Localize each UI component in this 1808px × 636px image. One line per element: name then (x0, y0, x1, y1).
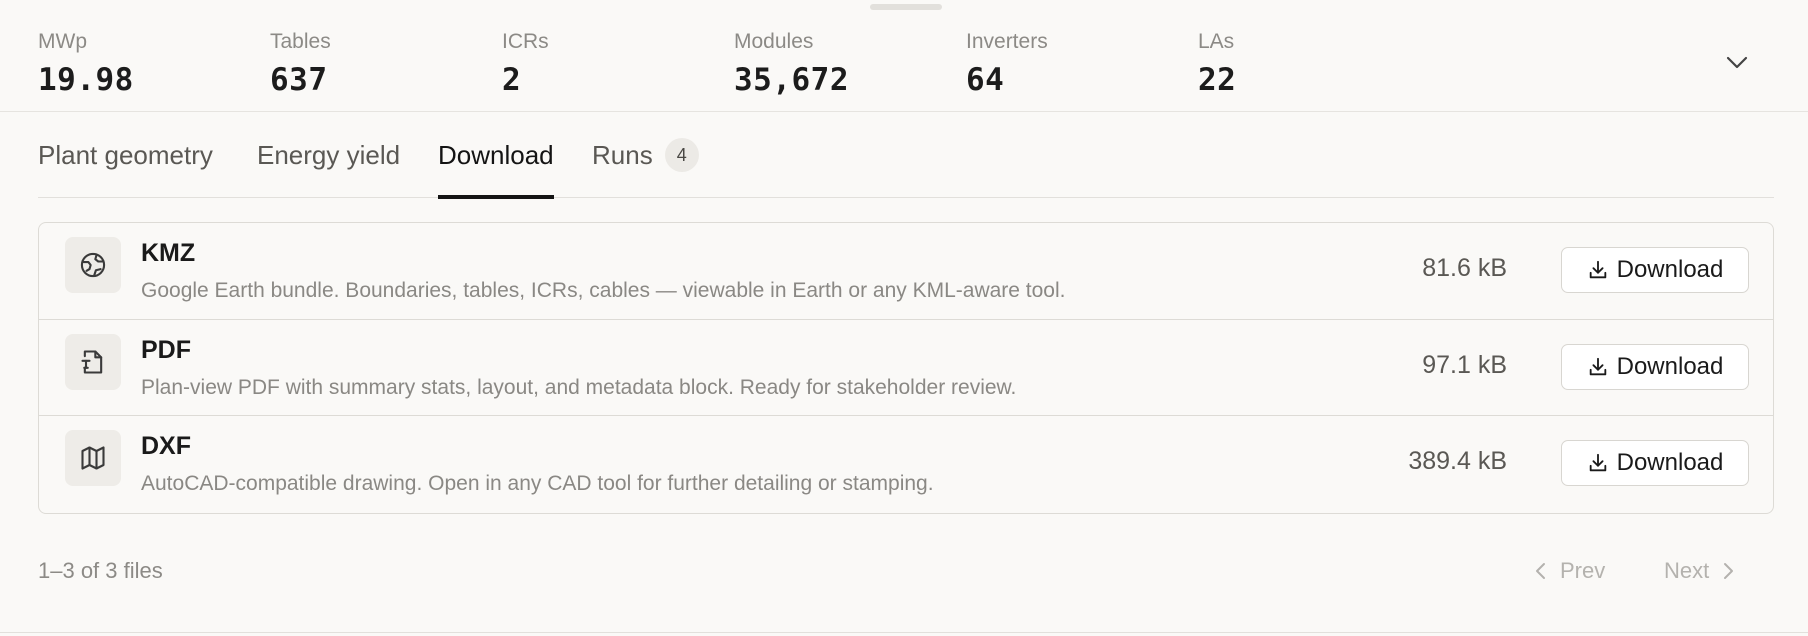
tab-label: Download (438, 139, 554, 170)
stat-label: Modules (734, 30, 814, 53)
download-icon (1587, 356, 1609, 378)
tab-label: Energy yield (257, 139, 401, 170)
download-icon (1587, 452, 1609, 474)
file-size: 97.1 kB (1422, 351, 1507, 379)
file-size: 81.6 kB (1422, 254, 1507, 282)
tab-label: Plant geometry (38, 139, 213, 170)
download-pdf-button[interactable]: Download (1561, 344, 1749, 390)
file-icon-container (65, 430, 121, 486)
file-text-icon (81, 350, 103, 374)
runs-count-badge: 4 (664, 138, 699, 172)
download-button-label: Download (1616, 256, 1724, 283)
stat-value: 35,672 (734, 62, 849, 98)
stat-label: LAs (1198, 30, 1235, 53)
file-row-kmz: KMZ Google Earth bundle. Boundaries, tab… (39, 223, 1773, 319)
prev-page-button[interactable]: Prev (1534, 556, 1605, 586)
file-description: AutoCAD-compatible drawing. Open in any … (141, 472, 934, 495)
next-label: Next (1664, 558, 1710, 583)
stat-icrs: ICRs 2 (502, 28, 549, 100)
stat-label: Tables (270, 30, 331, 53)
file-name: DXF (141, 432, 191, 460)
file-row-pdf: PDF Plan-view PDF with summary stats, la… (39, 319, 1773, 415)
prev-label: Prev (1560, 558, 1606, 583)
chevron-right-icon (1724, 563, 1734, 579)
download-button-label: Download (1616, 449, 1724, 476)
stat-las: LAs 22 (1198, 28, 1236, 100)
stats-bar: MWp 19.98 Tables 637 ICRs 2 Modules 35,6… (0, 0, 1808, 112)
map-icon (81, 446, 105, 470)
file-description: Plan-view PDF with summary stats, layout… (141, 376, 1017, 399)
collapse-stats-button[interactable] (1722, 48, 1752, 78)
file-icon-container (65, 237, 121, 293)
next-page-button[interactable]: Next (1664, 556, 1735, 586)
stat-label: MWp (38, 30, 87, 53)
file-count-text: 1–3 of 3 files (38, 558, 163, 583)
chevron-left-icon (1536, 563, 1545, 579)
file-row-dxf: DXF AutoCAD-compatible drawing. Open in … (39, 415, 1773, 511)
globe-icon (80, 252, 106, 278)
stat-value: 637 (270, 62, 328, 98)
tab-plant-geometry[interactable]: Plant geometry (38, 112, 213, 198)
stat-inverters: Inverters 64 (966, 28, 1048, 100)
stat-value: 64 (966, 62, 1005, 98)
stat-tables: Tables 637 (270, 28, 331, 100)
file-list: KMZ Google Earth bundle. Boundaries, tab… (38, 222, 1774, 514)
tab-label: Runs (592, 139, 653, 170)
stat-value: 2 (502, 62, 522, 98)
file-name: PDF (141, 336, 191, 364)
chevron-down-icon (1726, 56, 1748, 69)
stat-label: Inverters (966, 30, 1048, 53)
file-size: 389.4 kB (1408, 447, 1507, 475)
file-description: Google Earth bundle. Boundaries, tables,… (141, 279, 1066, 302)
tab-bar: Plant geometry Energy yield Download Run… (38, 112, 1774, 199)
stat-value: 19.98 (38, 62, 134, 98)
download-icon (1587, 259, 1609, 281)
stat-value: 22 (1198, 62, 1237, 98)
download-dxf-button[interactable]: Download (1561, 440, 1749, 486)
file-icon-container (65, 334, 121, 390)
stat-mwp: MWp 19.98 (38, 28, 134, 100)
download-kmz-button[interactable]: Download (1561, 247, 1749, 293)
tab-energy-yield[interactable]: Energy yield (257, 112, 400, 198)
stat-label: ICRs (502, 30, 549, 53)
file-name: KMZ (141, 239, 196, 267)
bottom-divider (0, 632, 1808, 633)
tab-download[interactable]: Download (438, 112, 554, 199)
download-button-label: Download (1616, 353, 1724, 380)
stat-modules: Modules 35,672 (734, 28, 849, 100)
tab-runs[interactable]: Runs 4 (592, 112, 699, 198)
